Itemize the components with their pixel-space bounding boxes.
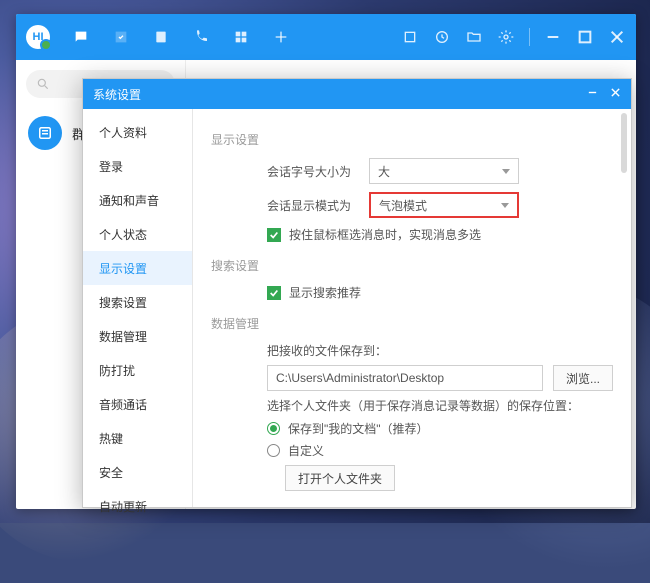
chat-icon[interactable] — [72, 28, 90, 46]
settings-pane: 显示设置 会话字号大小为 大 会话显示模式为 气泡模式 按住鼠标框选消息时，实现… — [193, 109, 631, 507]
folder-hint: 选择个人文件夹（用于保存消息记录等数据）的保存位置： — [267, 397, 613, 414]
recv-path-input[interactable]: C:\Users\Administrator\Desktop — [267, 365, 543, 391]
topbar: HI — [16, 14, 636, 60]
settings-nav: 个人资料登录通知和声音个人状态显示设置搜索设置数据管理防打扰音频通话热键安全自动… — [83, 109, 193, 507]
radio-custom-label: 自定义 — [288, 442, 324, 459]
nav-item-2[interactable]: 通知和声音 — [83, 183, 192, 217]
maximize-icon[interactable] — [576, 28, 594, 46]
checkbox-search-suggest[interactable] — [267, 286, 281, 300]
nav-item-7[interactable]: 防打扰 — [83, 353, 192, 387]
recv-path-label: 把接收的文件保存到： — [267, 342, 613, 359]
dialog-title: 系统设置 — [93, 86, 141, 103]
nav-item-0[interactable]: 个人资料 — [83, 115, 192, 149]
nav-item-4[interactable]: 显示设置 — [83, 251, 192, 285]
nav-item-6[interactable]: 数据管理 — [83, 319, 192, 353]
browse-button[interactable]: 浏览... — [553, 365, 613, 391]
dialog-titlebar: 系统设置 — [83, 79, 631, 109]
dialog-minimize-icon[interactable] — [587, 87, 598, 101]
checkbox-multiselect[interactable] — [267, 228, 281, 242]
nav-item-8[interactable]: 音频通话 — [83, 387, 192, 421]
chevron-down-icon — [502, 169, 510, 174]
display-mode-select[interactable]: 气泡模式 — [369, 192, 519, 218]
phone-icon[interactable] — [192, 28, 210, 46]
font-size-select[interactable]: 大 — [369, 158, 519, 184]
nav-item-3[interactable]: 个人状态 — [83, 217, 192, 251]
nav-item-11[interactable]: 自动更新 — [83, 489, 192, 523]
nav-item-9[interactable]: 热键 — [83, 421, 192, 455]
section-title-display: 显示设置 — [211, 131, 613, 148]
open-folder-button[interactable]: 打开个人文件夹 — [285, 465, 395, 491]
dialog-close-icon[interactable] — [610, 87, 621, 101]
close-icon[interactable] — [608, 28, 626, 46]
section-title-search: 搜索设置 — [211, 257, 613, 274]
section-title-data: 数据管理 — [211, 315, 613, 332]
checkbox-icon[interactable] — [112, 28, 130, 46]
multiselect-label: 按住鼠标框选消息时，实现消息多选 — [289, 226, 481, 243]
nav-item-1[interactable]: 登录 — [83, 149, 192, 183]
settings-dialog: 系统设置 个人资料登录通知和声音个人状态显示设置搜索设置数据管理防打扰音频通话热… — [82, 78, 632, 508]
group-icon — [28, 116, 62, 150]
radio-custom-location[interactable] — [267, 444, 280, 457]
nav-item-10[interactable]: 安全 — [83, 455, 192, 489]
radio-default-label: 保存到"我的文档"（推荐） — [288, 420, 429, 437]
display-mode-label: 会话显示模式为 — [267, 197, 359, 214]
apps-icon[interactable] — [232, 28, 250, 46]
add-icon[interactable] — [272, 28, 290, 46]
chevron-down-icon — [501, 203, 509, 208]
news-icon[interactable] — [152, 28, 170, 46]
radio-default-location[interactable] — [267, 422, 280, 435]
screenshot-icon[interactable] — [401, 28, 419, 46]
font-size-label: 会话字号大小为 — [267, 163, 359, 180]
gear-icon[interactable] — [497, 28, 515, 46]
history-icon[interactable] — [433, 28, 451, 46]
app-logo: HI — [26, 25, 50, 49]
minimize-icon[interactable] — [544, 28, 562, 46]
folder-icon[interactable] — [465, 28, 483, 46]
search-suggest-label: 显示搜索推荐 — [289, 284, 361, 301]
nav-item-5[interactable]: 搜索设置 — [83, 285, 192, 319]
